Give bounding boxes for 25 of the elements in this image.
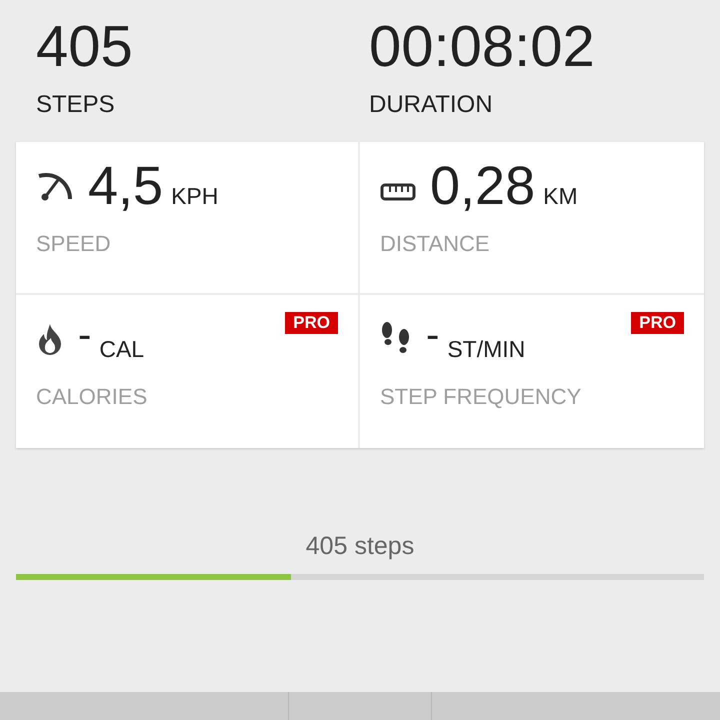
pro-badge: PRO — [631, 312, 684, 334]
metric-unit: KM — [543, 182, 578, 210]
stat-value: 405 — [36, 14, 134, 80]
metric-unit: ST/MIN — [447, 335, 526, 363]
metric-label: STEP FREQUENCY — [380, 383, 582, 411]
metric-unit: CAL — [99, 335, 144, 363]
bottom-bar-button[interactable] — [288, 692, 431, 720]
metric-value: 0,28 — [430, 156, 536, 216]
metric-label: SPEED — [36, 230, 112, 258]
metric-value: - — [426, 312, 440, 359]
footprints-icon — [380, 321, 412, 355]
metric-value: 4,5 — [88, 156, 164, 216]
stat-label: DURATION — [369, 90, 494, 120]
stat-label: STEPS — [36, 90, 116, 120]
metric-label: DISTANCE — [380, 230, 491, 258]
bottom-bar-button[interactable] — [0, 692, 288, 720]
pro-badge: PRO — [285, 312, 338, 334]
flame-icon — [36, 323, 64, 355]
metric-value: - — [78, 312, 92, 359]
progress-label: 405 steps — [306, 531, 414, 562]
stat-value: 00:08:02 — [369, 14, 596, 80]
ruler-icon — [380, 182, 416, 202]
metric-label: CALORIES — [36, 383, 148, 411]
metric-unit: KPH — [171, 182, 218, 210]
bottom-bar-button[interactable] — [431, 692, 720, 720]
